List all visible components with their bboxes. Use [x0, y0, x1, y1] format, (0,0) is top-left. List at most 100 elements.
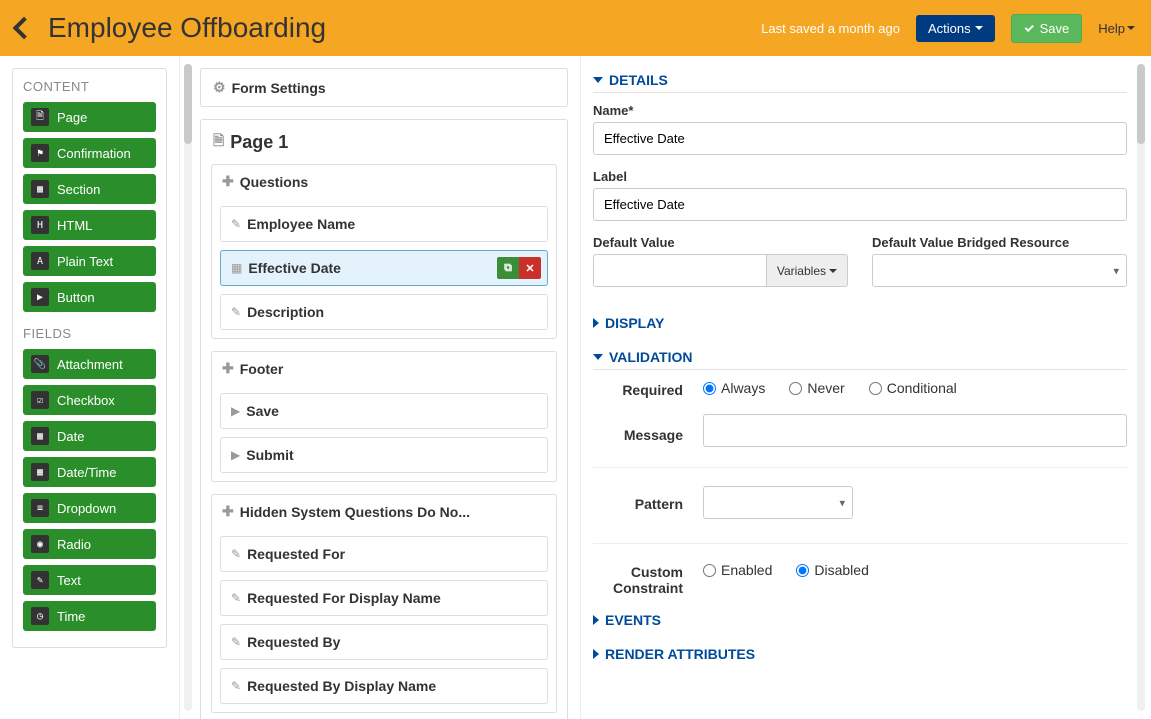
field-item-dropdown[interactable]: ≡Dropdown [23, 493, 156, 523]
page-icon: 🗎 [213, 130, 224, 154]
field-item-effective-date[interactable]: ▦Effective Date⧉✕ [220, 250, 548, 286]
bridged-resource-select[interactable] [872, 254, 1127, 287]
field-item-requested-for[interactable]: ✎ Requested For [220, 536, 548, 572]
section-questions: ✚Questions✎Employee Name▦Effective Date⧉… [211, 164, 557, 339]
field-item-requested-by[interactable]: ✎Requested By [220, 624, 548, 660]
field-item-requested-by-display-name[interactable]: ✎Requested By Display Name [220, 668, 548, 704]
save-button[interactable]: Save [1011, 14, 1083, 43]
page-icon: 🗎 [31, 108, 49, 126]
default-value-label: Default Value [593, 235, 848, 250]
field-item-requested-for-display-name[interactable]: ✎Requested For Display Name [220, 580, 548, 616]
pencil-icon: ✎ [231, 217, 241, 231]
variables-label: Variables [777, 264, 826, 278]
field-item-label: Requested For [247, 546, 345, 562]
scrollbar[interactable] [1137, 64, 1145, 711]
content-item-confirmation[interactable]: ⚑Confirmation [23, 138, 156, 168]
render-attributes-accordion-header[interactable]: RENDER ATTRIBUTES [593, 646, 1127, 666]
radio-input[interactable] [703, 564, 716, 577]
pencil-icon: ✎ [231, 591, 241, 605]
field-item-label: Requested By [247, 634, 340, 650]
radio-input[interactable] [789, 382, 802, 395]
validation-accordion-header[interactable]: VALIDATION [593, 349, 1127, 370]
help-link[interactable]: Help [1098, 21, 1135, 36]
text-icon: A [31, 252, 49, 270]
field-item-description[interactable]: ✎ Description [220, 294, 548, 330]
events-accordion-header[interactable]: EVENTS [593, 612, 1127, 632]
field-item-employee-name[interactable]: ✎Employee Name [220, 206, 548, 242]
content-section-label: CONTENT [23, 79, 156, 94]
fields-section-label: FIELDS [23, 326, 156, 341]
pill-label: Button [57, 290, 95, 305]
chevron-down-icon [593, 354, 603, 360]
paperclip-icon: 📎 [31, 355, 49, 373]
field-item-attachment[interactable]: 📎 Attachment [23, 349, 156, 379]
field-item-time[interactable]: ◷ Time [23, 601, 156, 631]
custom-option-enabled[interactable]: Enabled [703, 562, 772, 578]
chevron-right-icon [593, 615, 599, 625]
properties-panel: DETAILS Name* Label Default Value [581, 56, 1135, 719]
field-item-submit[interactable]: ▶Submit [220, 437, 548, 473]
actions-button[interactable]: Actions [916, 15, 995, 42]
play-icon: ▶ [31, 288, 49, 306]
variables-button[interactable]: Variables [767, 254, 848, 287]
field-item-label: Save [246, 403, 279, 419]
clock-icon: ◷ [31, 607, 49, 625]
pill-label: Attachment [57, 357, 123, 372]
scrollbar[interactable] [184, 64, 192, 711]
default-value-input[interactable] [593, 254, 767, 287]
label-input[interactable] [593, 188, 1127, 221]
delete-icon[interactable]: ✕ [519, 257, 541, 279]
page-label: Page 1 [230, 132, 288, 153]
pill-label: Date [57, 429, 84, 444]
back-icon[interactable] [13, 17, 36, 40]
pattern-select[interactable] [703, 486, 853, 519]
pill-label: Time [57, 609, 85, 624]
field-item-checkbox[interactable]: ☑Checkbox [23, 385, 156, 415]
pencil-icon: ✎ [231, 547, 241, 561]
radio-label-text: Disabled [814, 562, 868, 578]
required-option-always[interactable]: Always [703, 380, 765, 396]
field-item-date-time[interactable]: ▦Date/Time [23, 457, 156, 487]
content-item-page[interactable]: 🗎 Page [23, 102, 156, 132]
required-option-conditional[interactable]: Conditional [869, 380, 957, 396]
message-input[interactable] [703, 414, 1127, 447]
required-option-never[interactable]: Never [789, 380, 844, 396]
content-item-html[interactable]: HHTML [23, 210, 156, 240]
gear-icon: ⚙ [213, 79, 226, 96]
pill-label: Page [57, 110, 87, 125]
name-input[interactable] [593, 122, 1127, 155]
puzzle-icon: ✚ [222, 173, 234, 190]
pill-label: Radio [57, 537, 91, 552]
pencil-icon: ✎ [31, 571, 49, 589]
field-item-save[interactable]: ▶Save [220, 393, 548, 429]
form-settings-box[interactable]: ⚙ Form Settings [200, 68, 568, 107]
radio-input[interactable] [796, 564, 809, 577]
pattern-label: Pattern [593, 494, 683, 512]
content-item-button[interactable]: ▶ Button [23, 282, 156, 312]
content-item-section[interactable]: ▦Section [23, 174, 156, 204]
puzzle-icon: ✚ [222, 503, 234, 520]
copy-icon[interactable]: ⧉ [497, 257, 519, 279]
custom-option-disabled[interactable]: Disabled [796, 562, 868, 578]
radio-input[interactable] [703, 382, 716, 395]
left-sidebar: CONTENT 🗎 Page ⚑Confirmation ▦Section HHTML A… [0, 56, 180, 719]
pencil-icon: ✎ [231, 305, 241, 319]
content-item-plain-text[interactable]: A Plain Text [23, 246, 156, 276]
pill-label: Plain Text [57, 254, 113, 269]
field-item-text[interactable]: ✎ Text [23, 565, 156, 595]
puzzle-icon: ✚ [222, 360, 234, 377]
pencil-icon: ✎ [231, 679, 241, 693]
chevron-down-icon [829, 269, 837, 273]
field-item-date[interactable]: ▦Date [23, 421, 156, 451]
label-field-label: Label [593, 169, 1127, 184]
radio-label-text: Never [807, 380, 844, 396]
details-accordion-header[interactable]: DETAILS [593, 72, 1127, 93]
display-accordion-header[interactable]: DISPLAY [593, 315, 1127, 335]
pill-label: Text [57, 573, 81, 588]
page-box: 🗎 Page 1 ✚Questions✎Employee Name▦Effect… [200, 119, 568, 719]
pill-label: Checkbox [57, 393, 115, 408]
field-item-label: Description [247, 304, 324, 320]
section-footer: ✚Footer▶Save▶Submit [211, 351, 557, 482]
radio-input[interactable] [869, 382, 882, 395]
field-item-radio[interactable]: ◉Radio [23, 529, 156, 559]
